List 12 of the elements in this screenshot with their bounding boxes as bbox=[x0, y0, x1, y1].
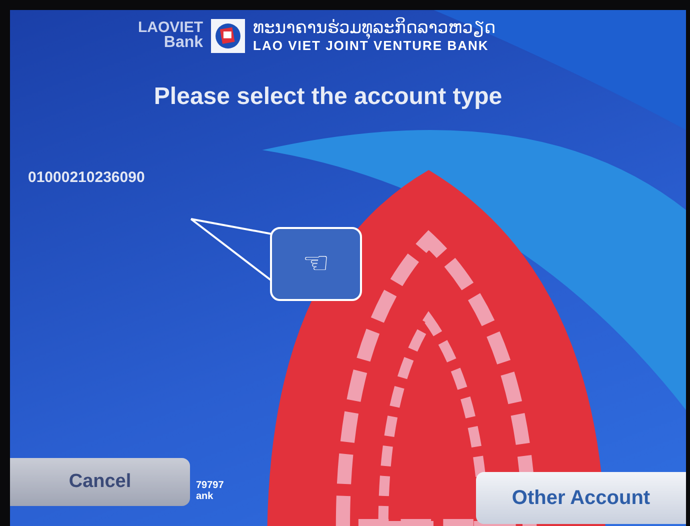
bank-name-english: LAO VIET JOINT VENTURE BANK bbox=[253, 38, 489, 54]
account-number-option[interactable]: 01000210236090 bbox=[28, 169, 145, 186]
bank-emblem-icon bbox=[211, 18, 246, 53]
footer-text: ank bbox=[196, 491, 214, 502]
bank-logo-text: Bank bbox=[164, 35, 204, 52]
screen-title: Please select the account type bbox=[152, 83, 504, 112]
other-account-button[interactable]: Other Account bbox=[476, 472, 686, 524]
bank-name-lao: ທະນາຄານຮ່ວມທຸລະກິດລາວຫວຽດ bbox=[253, 18, 496, 38]
bank-logo-text: LAOVIET bbox=[138, 20, 204, 36]
cancel-button[interactable]: Cancel bbox=[10, 458, 190, 506]
pointing-hand-icon: ☜ bbox=[302, 249, 330, 279]
footer-text: 79797 bbox=[196, 480, 224, 491]
